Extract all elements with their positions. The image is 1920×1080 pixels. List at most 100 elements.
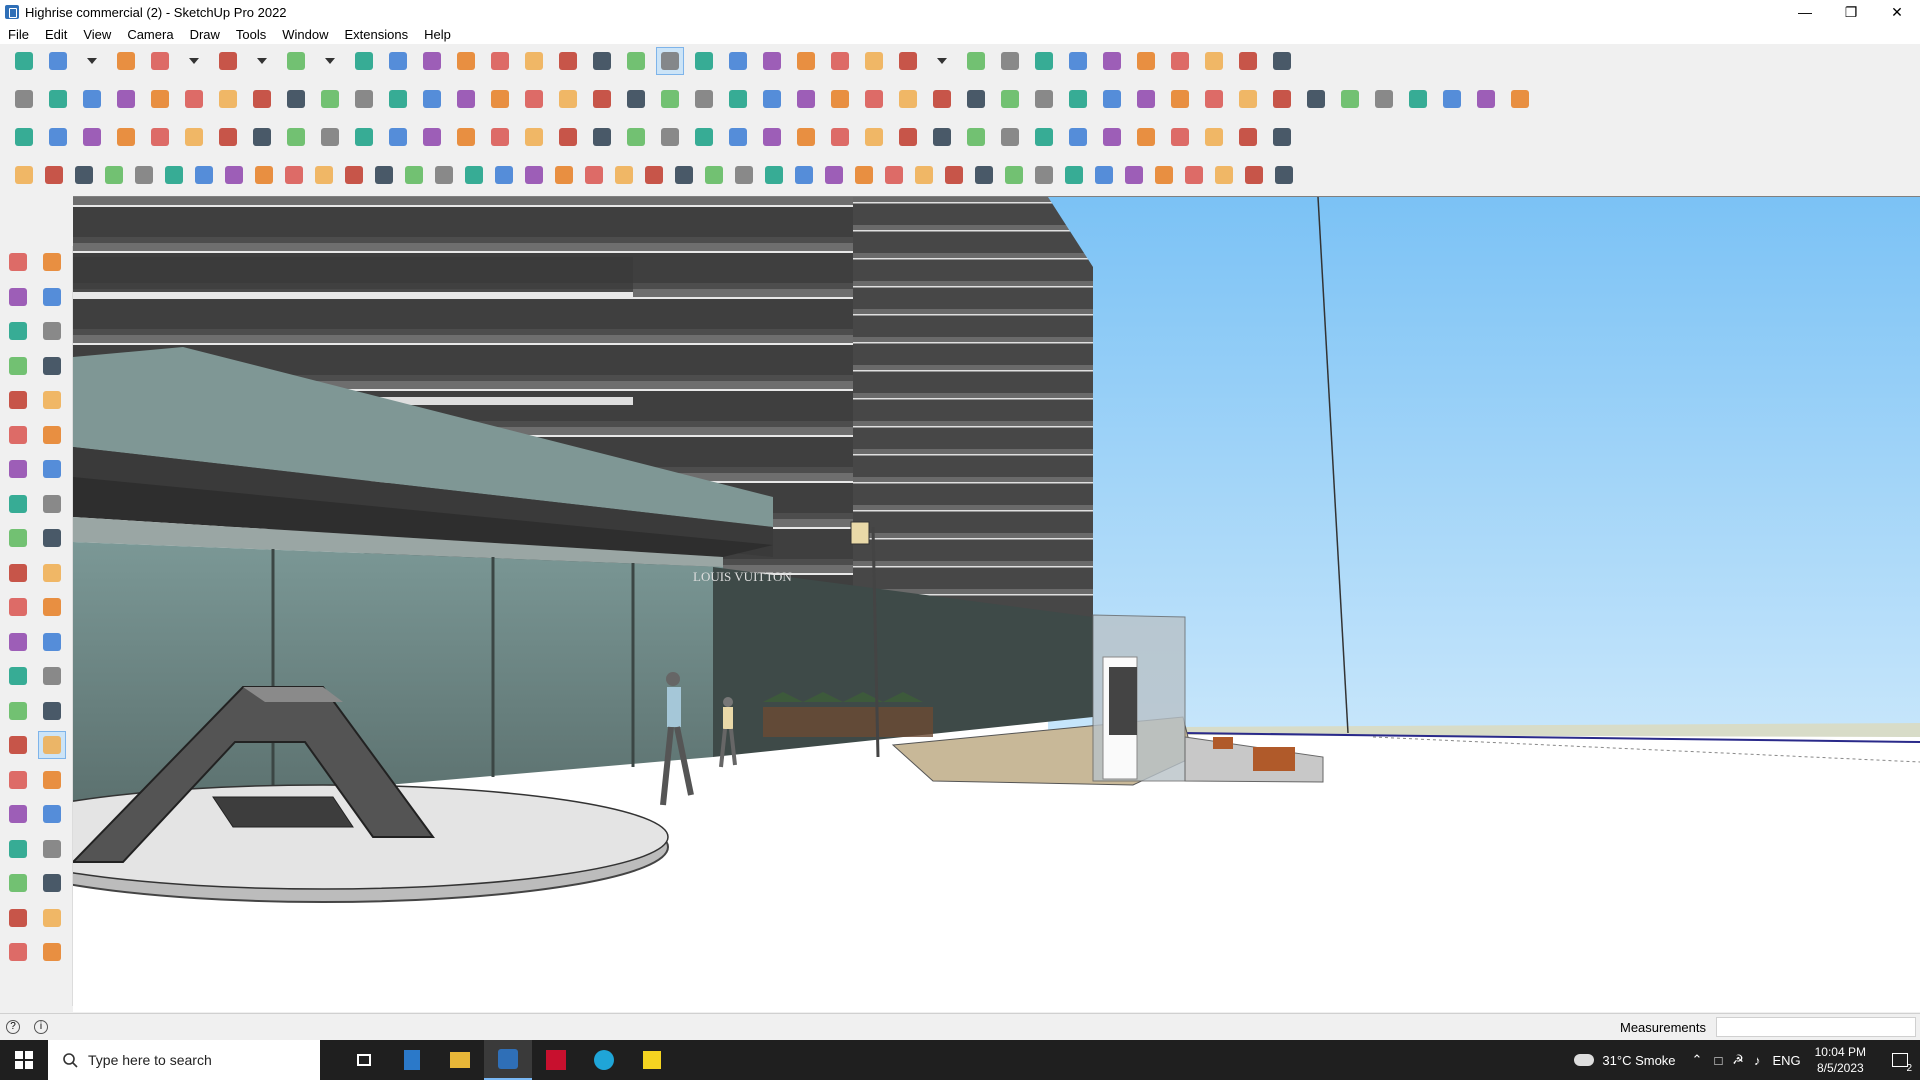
shape-icon[interactable] (340, 161, 368, 189)
model-viewport[interactable]: LOUIS VUITTON (73, 196, 1920, 1012)
loop-icon[interactable] (214, 123, 242, 151)
move-icon[interactable] (4, 524, 32, 552)
model-icon[interactable] (996, 47, 1024, 75)
geo-location-icon[interactable]: ? (6, 1020, 20, 1034)
rectangle-icon[interactable] (282, 47, 310, 75)
tape-measure-icon[interactable] (4, 628, 32, 656)
cross-icon[interactable] (1200, 123, 1228, 151)
shape-icon[interactable] (220, 161, 248, 189)
shape-icon[interactable] (1132, 85, 1160, 113)
previous-view-icon[interactable] (38, 800, 66, 828)
rectangle-icon[interactable] (4, 386, 32, 414)
orbit-icon[interactable] (622, 47, 650, 75)
shape-icon[interactable] (316, 123, 344, 151)
arc3-icon[interactable] (38, 490, 66, 518)
pie-icon[interactable] (4, 490, 32, 518)
plus-icon[interactable] (486, 123, 514, 151)
menu-view[interactable]: View (75, 27, 119, 42)
followme-icon[interactable] (38, 559, 66, 587)
section-fill-icon[interactable] (826, 47, 854, 75)
grid-icon[interactable] (1166, 123, 1194, 151)
followme-icon[interactable] (384, 47, 412, 75)
ring-icon[interactable] (724, 123, 752, 151)
taskbar-search[interactable]: Type here to search (48, 1040, 320, 1080)
polygon-icon[interactable] (38, 421, 66, 449)
arc-icon[interactable] (4, 455, 32, 483)
scale-icon[interactable] (486, 47, 514, 75)
shape-icon[interactable] (400, 161, 428, 189)
shape-icon[interactable] (1064, 85, 1092, 113)
shape-icon[interactable] (580, 161, 608, 189)
house-icon[interactable] (588, 85, 616, 113)
solid-icon[interactable] (350, 85, 378, 113)
shape-icon[interactable] (1150, 161, 1178, 189)
axes-icon[interactable] (4, 697, 32, 725)
zoom-window-icon[interactable] (38, 766, 66, 794)
shape-icon[interactable] (460, 161, 488, 189)
loop-icon[interactable] (384, 85, 412, 113)
measurements-field[interactable] (1716, 1017, 1916, 1037)
shape-icon[interactable] (730, 161, 758, 189)
ring-icon[interactable] (656, 123, 684, 151)
house-icon[interactable] (690, 85, 718, 113)
eraser-icon[interactable] (112, 47, 140, 75)
shape-icon[interactable] (850, 161, 878, 189)
arrow-up-down-icon[interactable] (1064, 47, 1092, 75)
solid-icon[interactable] (112, 85, 140, 113)
arrow-down-up-icon[interactable] (1098, 47, 1126, 75)
shape-icon[interactable] (1030, 161, 1058, 189)
task-view-button[interactable] (340, 1040, 388, 1080)
shape-icon[interactable] (820, 161, 848, 189)
orbit2-icon[interactable] (4, 731, 32, 759)
plane-icon[interactable] (10, 123, 38, 151)
rotate-icon[interactable] (4, 559, 32, 587)
pencil-icon[interactable] (146, 47, 174, 75)
shape-icon[interactable] (1060, 161, 1088, 189)
circle-icon[interactable] (4, 421, 32, 449)
component-icon[interactable] (894, 47, 922, 75)
meet-now-icon[interactable]: □ (1714, 1053, 1722, 1068)
orbit-icon[interactable] (38, 248, 66, 276)
shape-icon[interactable] (1240, 161, 1268, 189)
shape-icon[interactable] (40, 161, 68, 189)
shape-icon[interactable] (640, 161, 668, 189)
grid-icon[interactable] (1064, 123, 1092, 151)
pan-icon[interactable] (38, 731, 66, 759)
notification-icon[interactable]: 2 (1880, 1040, 1920, 1080)
star-icon[interactable] (758, 123, 786, 151)
shape-icon[interactable] (418, 123, 446, 151)
shape-icon[interactable] (452, 123, 480, 151)
shape-icon[interactable] (160, 161, 188, 189)
pan-icon[interactable] (656, 47, 684, 75)
solid-icon[interactable] (146, 85, 174, 113)
close-button[interactable]: ✕ (1874, 0, 1920, 24)
info-icon[interactable]: i (34, 1020, 48, 1034)
plane-icon[interactable] (112, 123, 140, 151)
pencil-icon[interactable] (4, 352, 32, 380)
shape-icon[interactable] (1030, 85, 1058, 113)
shape-icon[interactable] (700, 161, 728, 189)
box-icon[interactable] (44, 85, 72, 113)
shape-icon[interactable] (520, 85, 548, 113)
clock[interactable]: 10:04 PM 8/5/2023 (1815, 1044, 1866, 1076)
look-around-icon[interactable] (38, 835, 66, 863)
section-display-icon[interactable] (4, 904, 32, 932)
minimize-button[interactable]: — (1782, 0, 1828, 24)
menu-help[interactable]: Help (416, 27, 459, 42)
rotate-icon[interactable] (452, 47, 480, 75)
solid-icon[interactable] (316, 85, 344, 113)
calculator-app-icon[interactable] (388, 1040, 436, 1080)
cross-icon[interactable] (554, 123, 582, 151)
chevron-up-icon[interactable]: ⌃ (1692, 1052, 1703, 1068)
tape-icon[interactable] (38, 317, 66, 345)
zoom-icon[interactable] (4, 766, 32, 794)
rotated-rectangle-icon[interactable] (38, 386, 66, 414)
line-icon[interactable] (452, 85, 480, 113)
pushpull-icon[interactable] (38, 524, 66, 552)
axis-icon[interactable] (1030, 47, 1058, 75)
file-explorer-icon[interactable] (436, 1040, 484, 1080)
line-icon[interactable] (486, 85, 514, 113)
zoom-icon[interactable] (690, 47, 718, 75)
shape-icon[interactable] (550, 161, 578, 189)
house-icon[interactable] (622, 85, 650, 113)
